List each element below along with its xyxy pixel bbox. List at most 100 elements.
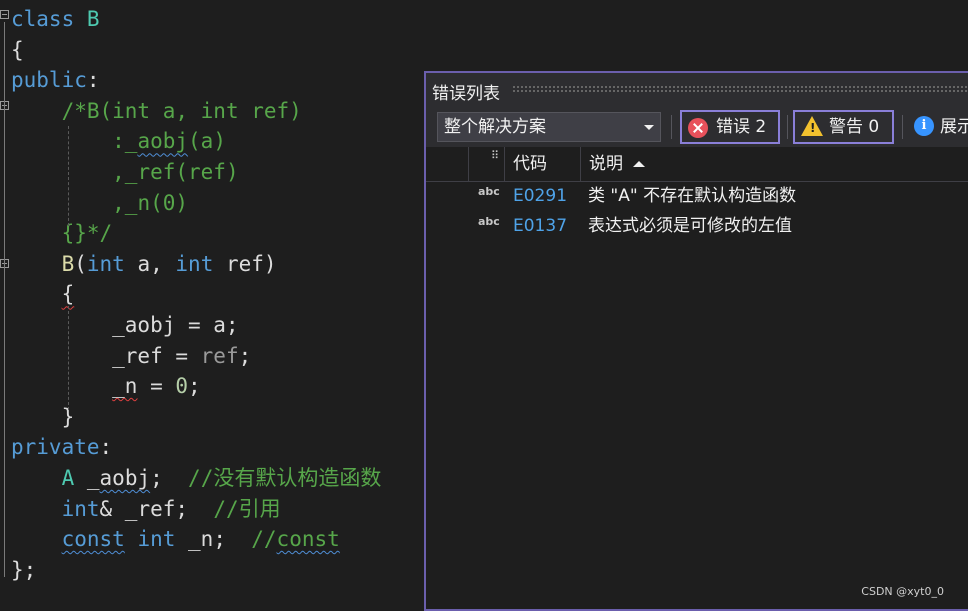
code-line[interactable]: _aobj = a; bbox=[11, 310, 239, 340]
code-token: _n = bbox=[112, 374, 176, 399]
code-line[interactable]: { bbox=[11, 279, 75, 309]
code-line[interactable]: /*B(int a, int ref) bbox=[11, 96, 302, 126]
column-header-icon[interactable]: ⠿ bbox=[468, 147, 505, 181]
code-token: B bbox=[86, 7, 100, 31]
error-list-titlebar[interactable]: 错误列表 bbox=[426, 73, 968, 107]
code-line[interactable]: const int _n; //const bbox=[11, 524, 340, 554]
code-token: private bbox=[11, 435, 100, 460]
spell-check-icon: abc bbox=[478, 215, 500, 228]
code-token: a, bbox=[124, 251, 176, 276]
messages-filter-label[interactable]: 展示 bbox=[940, 112, 968, 142]
toolbar-divider bbox=[787, 115, 788, 139]
diagnostic-squiggle[interactable]: aobj bbox=[100, 466, 151, 490]
diagnostic-squiggle[interactable]: aobj bbox=[137, 129, 188, 153]
code-line[interactable]: public: bbox=[11, 65, 100, 95]
error-row[interactable]: abc E0291 类 "A" 不存在默认构造函数 bbox=[426, 181, 968, 211]
code-token: /*B(int a, int ref) bbox=[61, 98, 302, 123]
code-token: {}*/ bbox=[61, 221, 113, 246]
toolbar-divider bbox=[902, 115, 903, 139]
code-line[interactable]: _n = 0; bbox=[11, 371, 201, 401]
code-line[interactable]: class B bbox=[11, 4, 100, 34]
code-token: _aobj; bbox=[74, 466, 189, 490]
error-row[interactable]: abc E0137 表达式必须是可修改的左值 bbox=[426, 211, 968, 241]
code-token: int bbox=[137, 527, 176, 552]
code-token: ; bbox=[188, 374, 201, 399]
code-token: //引用 bbox=[213, 496, 281, 521]
code-token: //没有默认构造函数 bbox=[188, 466, 382, 490]
code-token: A bbox=[61, 466, 75, 490]
watermark: CSDN @xyt0_0 bbox=[861, 585, 944, 598]
code-line[interactable]: int& _ref; //引用 bbox=[11, 494, 281, 524]
error-icon bbox=[688, 118, 708, 138]
diagnostic-squiggle[interactable]: const bbox=[62, 527, 125, 551]
errors-filter-label: 错误 2 bbox=[716, 117, 767, 137]
code-line[interactable]: } bbox=[11, 402, 75, 432]
code-token: & _ref; bbox=[99, 496, 214, 521]
code-line[interactable]: {}*/ bbox=[11, 218, 113, 248]
code-token: _aobj = a; bbox=[11, 313, 239, 337]
code-token: ref bbox=[200, 343, 239, 368]
code-token: public bbox=[11, 68, 87, 93]
code-line[interactable]: _ref = ref; bbox=[11, 341, 251, 371]
code-token: ( bbox=[74, 251, 87, 276]
column-header-description-label: 说明 bbox=[589, 154, 623, 174]
spell-check-icon: abc bbox=[478, 185, 500, 198]
filter-icon: ⠿ bbox=[491, 149, 500, 162]
diagnostic-squiggle[interactable]: _n bbox=[112, 374, 137, 398]
error-code[interactable]: E0137 bbox=[513, 211, 567, 241]
code-line[interactable]: A _aobj; //没有默认构造函数 bbox=[11, 463, 382, 493]
code-token: //const bbox=[251, 527, 340, 552]
errors-filter-button[interactable]: 错误 2 bbox=[680, 110, 780, 144]
code-token: int bbox=[175, 251, 214, 276]
code-token: : bbox=[86, 68, 100, 93]
fold-toggle-icon[interactable] bbox=[0, 10, 9, 19]
column-header-code[interactable]: 代码 bbox=[504, 147, 589, 181]
code-line[interactable]: }; bbox=[11, 555, 36, 585]
code-token: const bbox=[62, 527, 125, 551]
error-description: 表达式必须是可修改的左值 bbox=[588, 216, 792, 236]
code-token: 0 bbox=[175, 374, 189, 399]
code-token: int bbox=[86, 251, 125, 276]
code-token: _ref = bbox=[11, 343, 201, 368]
code-token: B bbox=[61, 251, 75, 276]
code-line[interactable]: { bbox=[11, 35, 24, 65]
column-header-description[interactable]: 说明 bbox=[580, 147, 949, 181]
drag-grip[interactable] bbox=[512, 85, 968, 93]
code-token: _n; bbox=[175, 527, 252, 552]
toolbar-divider bbox=[671, 115, 672, 139]
error-code[interactable]: E0291 bbox=[513, 181, 567, 211]
code-line[interactable]: private: bbox=[11, 432, 112, 462]
code-token: class bbox=[11, 7, 87, 31]
scope-dropdown[interactable]: 整个解决方案 bbox=[437, 112, 661, 142]
code-token: { bbox=[11, 282, 75, 306]
diagnostic-squiggle[interactable]: const bbox=[277, 527, 340, 551]
panel-title: 错误列表 bbox=[432, 84, 500, 104]
warnings-filter-button[interactable]: ! 警告 0 bbox=[793, 110, 894, 144]
code-token: int bbox=[61, 496, 100, 521]
info-icon[interactable]: i bbox=[914, 116, 934, 136]
code-line[interactable]: B(int a, int ref) bbox=[11, 249, 277, 279]
code-token: ,_n(0) bbox=[112, 190, 189, 215]
code-token: :_aobj(a) bbox=[112, 129, 226, 154]
error-list-header: ⠿ 代码 说明 bbox=[426, 147, 968, 182]
code-line[interactable]: ,_ref(ref) bbox=[11, 157, 239, 187]
error-list-panel: 错误列表 整个解决方案 错误 2 ! 警告 0 i 展示 ⠿ 代码 说明 abc… bbox=[424, 71, 968, 611]
code-token: ,_ref(ref) bbox=[112, 160, 239, 184]
code-token: } bbox=[11, 404, 75, 429]
code-token: : bbox=[99, 435, 113, 460]
diagnostic-squiggle[interactable]: { bbox=[62, 282, 75, 306]
error-description: 类 "A" 不存在默认构造函数 bbox=[588, 186, 797, 206]
code-line[interactable]: :_aobj(a) bbox=[11, 126, 226, 156]
chevron-down-icon bbox=[644, 125, 654, 130]
code-line[interactable]: ,_n(0) bbox=[11, 188, 188, 218]
